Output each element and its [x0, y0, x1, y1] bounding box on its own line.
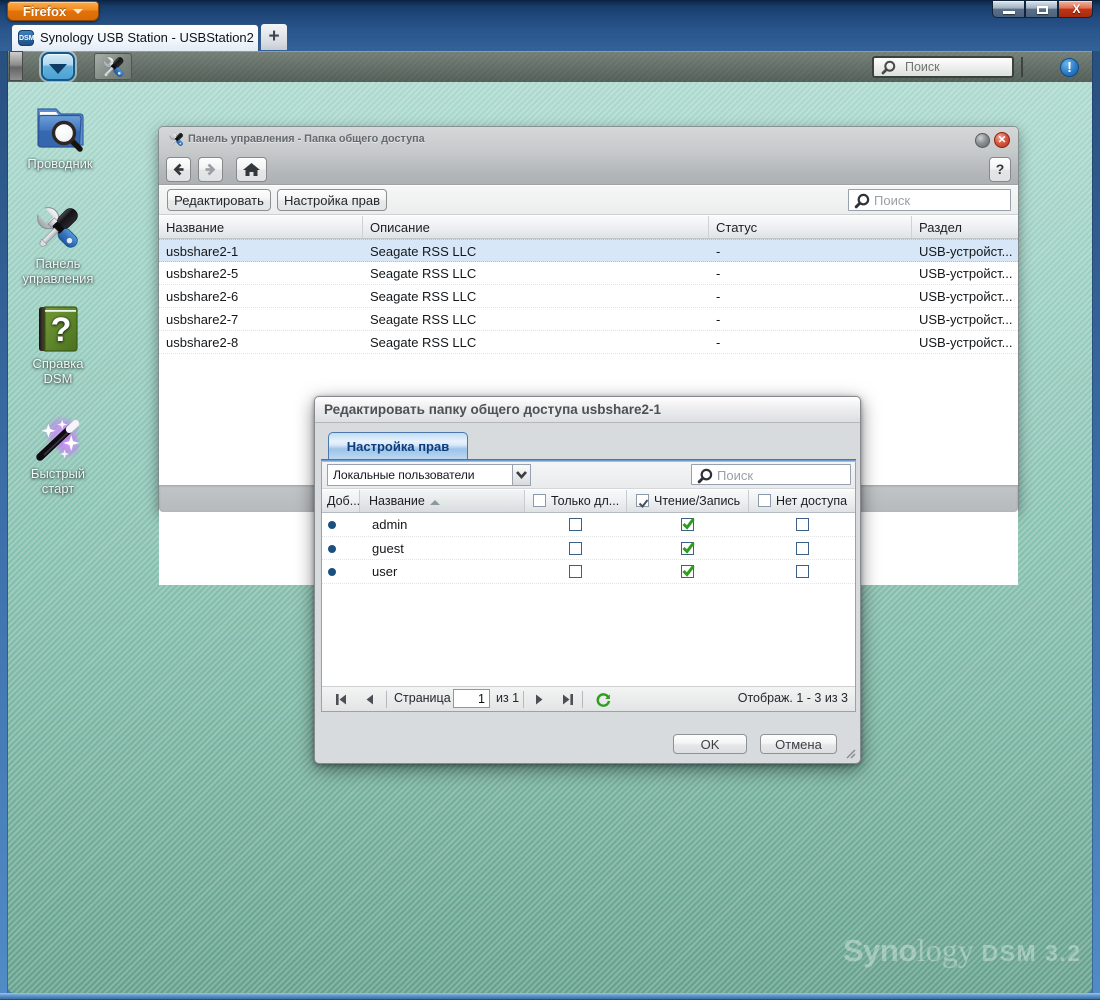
svg-text:?: ? — [51, 311, 72, 349]
